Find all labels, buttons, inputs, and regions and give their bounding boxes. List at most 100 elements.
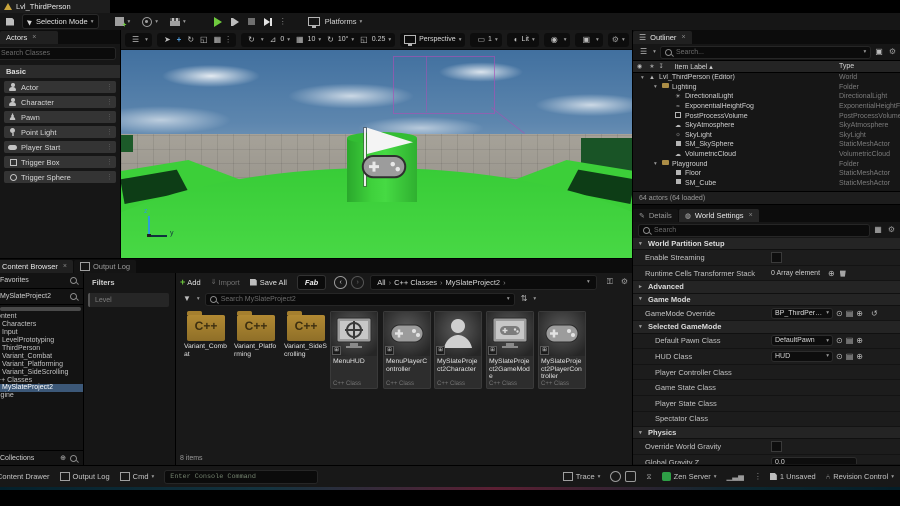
asset-tile-myslateproject2character[interactable]: ⊞ MySlateProject2Character C++ Class	[434, 311, 482, 389]
eye-column-icon[interactable]: ◉	[637, 62, 642, 72]
level-tab[interactable]: Lvl_ThirdPerson	[0, 0, 110, 13]
add-element-icon[interactable]: ⊕	[828, 269, 835, 278]
gear-icon[interactable]: ⚙	[888, 226, 895, 234]
folder-tree-item[interactable]: ThirdPerson	[0, 345, 83, 353]
folder-tree-item[interactable]: C++ Classes	[0, 376, 83, 384]
splitter-handle[interactable]	[0, 307, 81, 311]
filter-chip-level[interactable]: Level	[88, 293, 169, 307]
search-icon[interactable]	[70, 293, 77, 300]
lock-icon[interactable]: ⚿	[607, 277, 613, 287]
cinematics-icon[interactable]	[170, 17, 180, 26]
checkbox[interactable]	[771, 441, 782, 453]
grid-snap-value[interactable]: 10	[308, 36, 316, 43]
place-actor-item-player-start[interactable]: Player Start ⋮	[4, 141, 116, 153]
forward-icon[interactable]: ›	[351, 275, 365, 289]
value-input[interactable]: 0.0	[771, 456, 857, 464]
save-all-button[interactable]: Save All	[249, 278, 287, 287]
outliner-row[interactable]: ☁ VolumetricCloud VolumetricCloud	[633, 150, 900, 160]
viewport-options-icon[interactable]: ☰	[132, 35, 139, 45]
folder-tree-item[interactable]: MySlateProject2	[0, 384, 83, 392]
type-column-header[interactable]: Type	[839, 63, 854, 70]
place-actor-item-pawn[interactable]: ♟ Pawn ⋮	[4, 111, 116, 123]
outliner-row[interactable]: SM_Cube StaticMeshActor	[633, 179, 900, 189]
new-asset-icon[interactable]: ⊕	[856, 336, 863, 345]
folder-tree-item[interactable]: LevelPrototyping	[0, 337, 83, 345]
asset-tile-menuhud[interactable]: ⊞ MenuHUD C++ Class	[330, 311, 378, 389]
asset-tile-myslateproject2playercontroller[interactable]: ⊞ MySlateProject2PlayerController C++ Clas…	[538, 311, 586, 389]
move-tool-icon[interactable]: +	[177, 35, 182, 45]
back-icon[interactable]: ‹	[334, 275, 348, 289]
breadcrumb[interactable]: All › C++ Classes › MySlateProject2 › ▾	[370, 274, 597, 290]
coordinate-system-icon[interactable]: ↻	[248, 35, 255, 45]
new-folder-icon[interactable]: ▣	[875, 47, 883, 57]
browse-icon[interactable]: ▤	[846, 309, 854, 318]
add-button[interactable]: + Add	[180, 277, 201, 287]
use-asset-icon[interactable]: ⊙	[836, 352, 843, 361]
outliner-tab[interactable]: ☰ Outliner ×	[633, 31, 692, 44]
performance-icon[interactable]: ▁▃▅	[727, 472, 744, 481]
viewport-scene[interactable]: z y	[121, 50, 632, 258]
use-asset-icon[interactable]: ⊙	[836, 336, 843, 345]
asset-tile-menuplayercontroller[interactable]: ⊞ MenuPlayerController C++ Class	[383, 311, 431, 389]
breadcrumb-segment[interactable]: C++ Classes	[394, 278, 437, 287]
outliner-row[interactable]: Floor StaticMeshActor	[633, 169, 900, 179]
expander-icon[interactable]: ▾	[654, 84, 661, 90]
section-header-selected-gamemode[interactable]: ▾ Selected GameMode	[633, 321, 900, 334]
expander-icon[interactable]: ▾	[654, 161, 661, 167]
play-from-here-button[interactable]	[230, 17, 239, 26]
viewport-settings-button[interactable]: ⚙ ▾	[607, 32, 629, 47]
gear-icon[interactable]: ⚙	[889, 48, 896, 56]
display-options-icon[interactable]: ▦	[874, 225, 882, 235]
scale-snap-value[interactable]: 0.25	[372, 36, 386, 43]
details-tab[interactable]: ✎ Details	[633, 209, 678, 222]
use-asset-icon[interactable]: ⊙	[836, 309, 843, 318]
breadcrumb-segment[interactable]: MySlateProject2	[446, 278, 501, 287]
add-actor-icon[interactable]	[115, 17, 126, 29]
add-collection-icon[interactable]: ⊕	[60, 454, 66, 463]
folder-tree-item[interactable]: Content	[0, 313, 83, 321]
section-header-advanced[interactable]: ▸ Advanced	[633, 281, 900, 294]
output-log-button[interactable]: Output Log	[59, 472, 110, 481]
surface-snap-icon[interactable]: ⊿	[270, 35, 277, 45]
place-actor-item-character[interactable]: Character ⋮	[4, 96, 116, 108]
fab-button[interactable]: Fab	[296, 274, 327, 290]
outliner-row[interactable]: ☀ DirectionalLight DirectionalLight	[633, 92, 900, 102]
unsaved-button[interactable]: 1 Unsaved	[769, 472, 816, 481]
platforms-button[interactable]: Platforms ▾	[303, 15, 367, 28]
zen-server-dropdown[interactable]: Zen Server ▾	[661, 472, 717, 481]
browse-icon[interactable]: ▤	[846, 352, 854, 361]
actors-tab[interactable]: Actors ×	[0, 31, 58, 44]
scale-tool-icon[interactable]: ◱	[200, 35, 208, 45]
close-icon[interactable]: ×	[32, 34, 36, 41]
new-asset-icon[interactable]: ⊕	[856, 352, 863, 361]
search-icon[interactable]	[70, 455, 77, 462]
content-drawer-button[interactable]: Content Drawer	[0, 472, 50, 481]
pin-column-icon[interactable]: ↧	[659, 62, 664, 72]
show-flags-button[interactable]: ◉ ▾	[543, 32, 571, 47]
world-grid-icon[interactable]: ▦	[214, 35, 222, 45]
play-button[interactable]	[213, 16, 222, 27]
folder-tree-item[interactable]: Variant_SideScrolling	[0, 368, 83, 376]
outliner-row[interactable]: ☁ SkyAtmosphere SkyAtmosphere	[633, 121, 900, 131]
checkbox[interactable]	[771, 251, 782, 263]
content-browser-tab[interactable]: Content Browser ×	[0, 260, 73, 273]
asset-folder-variant_platforming[interactable]: C++ Variant_Platforming	[232, 311, 280, 358]
close-icon[interactable]: ×	[63, 263, 67, 270]
output-log-tab[interactable]: Output Log	[73, 260, 137, 273]
console-command-input[interactable]: Enter Console Command	[164, 469, 319, 484]
outliner-row[interactable]: ▾ Playground Folder	[633, 159, 900, 169]
player-start-gamepad-icon[interactable]	[359, 150, 409, 182]
folder-tree-item[interactable]: Variant_Platforming	[0, 360, 83, 368]
asset-tile-myslateproject2gamemode[interactable]: ⊞ MySlateProject2GameMode C++ Class	[486, 311, 534, 389]
grid-snap-icon[interactable]: ▦	[296, 35, 304, 45]
rotation-snap-icon[interactable]: ↻	[327, 35, 334, 45]
actors-category-header[interactable]: Basic	[0, 65, 120, 78]
section-header-physics[interactable]: ▾ Physics	[633, 427, 900, 440]
star-column-icon[interactable]: ★	[649, 63, 654, 70]
item-label-column-header[interactable]: Item Label ▴	[675, 63, 713, 71]
place-actor-item-trigger-sphere[interactable]: Trigger Sphere ⋮	[4, 171, 116, 183]
rotate-tool-icon[interactable]: ↻	[187, 35, 194, 45]
asset-folder-variant_sidescrolling[interactable]: C++ Variant_SideScrolling	[282, 311, 330, 358]
filter-icon[interactable]: ☰	[640, 47, 647, 57]
camera-mode-button[interactable]: Perspective ▾	[400, 32, 466, 47]
